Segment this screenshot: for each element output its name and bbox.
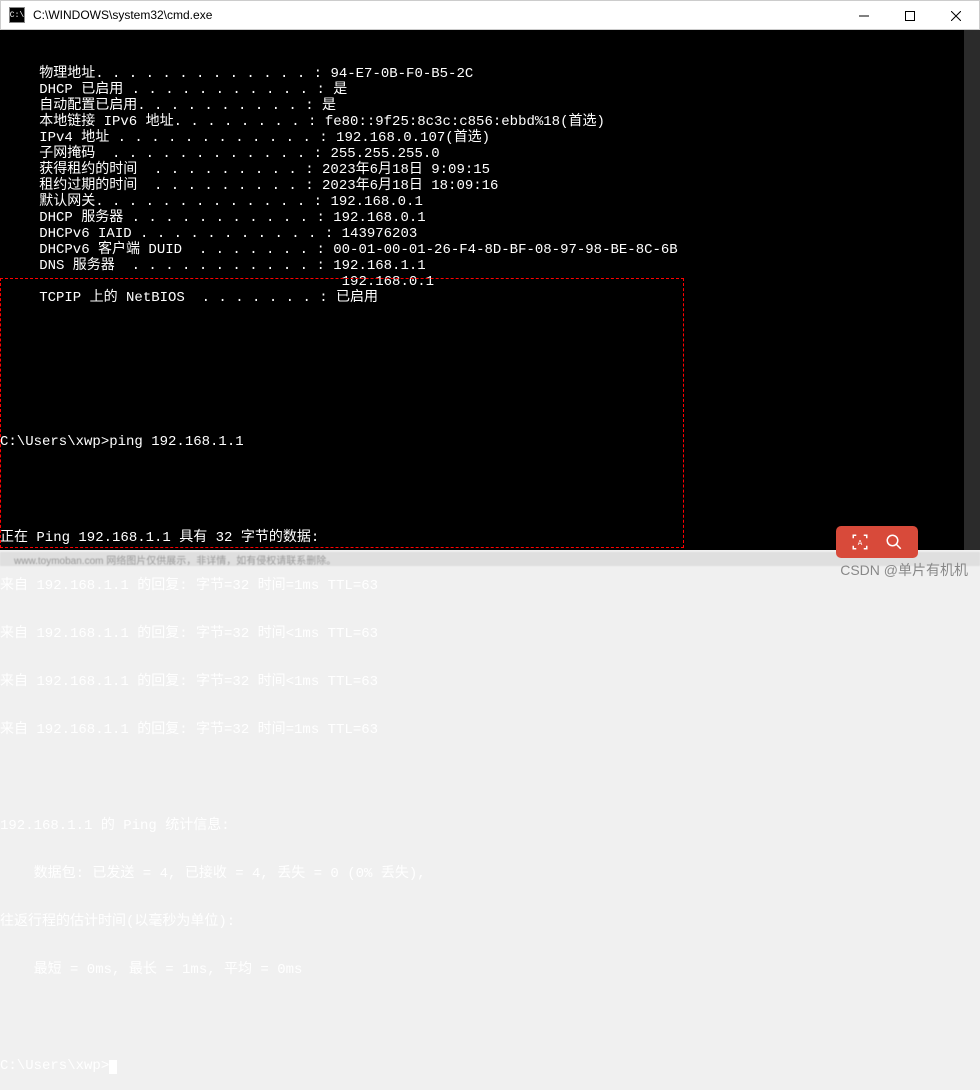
scan-icon[interactable]: A	[850, 532, 870, 552]
terminal-output[interactable]: 物理地址. . . . . . . . . . . . . : 94-E7-0B…	[0, 30, 980, 550]
watermark: CSDN @单片有机机	[840, 560, 968, 580]
blank-line	[0, 770, 980, 786]
scrollbar[interactable]	[964, 30, 980, 550]
ping-header: 正在 Ping 192.168.1.1 具有 32 字节的数据:	[0, 530, 980, 546]
ipconfig-line: 获得租约的时间 . . . . . . . . . : 2023年6月18日 9…	[0, 162, 980, 178]
maximize-button[interactable]	[887, 1, 933, 31]
floating-toolbar[interactable]: A	[836, 526, 918, 558]
cmd-icon: C:\	[9, 7, 25, 23]
ipconfig-line: 子网掩码 . . . . . . . . . . . . : 255.255.2…	[0, 146, 980, 162]
ipconfig-line: 物理地址. . . . . . . . . . . . . : 94-E7-0B…	[0, 66, 980, 82]
ping-reply: 来自 192.168.1.1 的回复: 字节=32 时间=1ms TTL=63	[0, 722, 980, 738]
prompt-line: C:\Users\xwp>ping 192.168.1.1	[0, 434, 980, 450]
final-prompt: C:\Users\xwp>	[0, 1058, 980, 1074]
blank-line	[0, 1010, 980, 1026]
ipconfig-line: DHCP 服务器 . . . . . . . . . . . : 192.168…	[0, 210, 980, 226]
ping-rtt-values: 最短 = 0ms, 最长 = 1ms, 平均 = 0ms	[0, 962, 980, 978]
cursor	[109, 1060, 117, 1074]
svg-text:A: A	[858, 540, 863, 548]
close-button[interactable]	[933, 1, 979, 31]
ping-rtt-header: 往返行程的估计时间(以毫秒为单位):	[0, 914, 980, 930]
ipconfig-line: 192.168.0.1	[0, 274, 980, 290]
ipconfig-line: DHCP 已启用 . . . . . . . . . . . : 是	[0, 82, 980, 98]
ipconfig-line: 租约过期的时间 . . . . . . . . . : 2023年6月18日 1…	[0, 178, 980, 194]
ping-stats-packets: 数据包: 已发送 = 4, 已接收 = 4, 丢失 = 0 (0% 丢失),	[0, 866, 980, 882]
ipconfig-line: TCPIP 上的 NetBIOS . . . . . . . : 已启用	[0, 290, 980, 306]
ipconfig-line: DHCPv6 IAID . . . . . . . . . . . : 1439…	[0, 226, 980, 242]
ping-reply: 来自 192.168.1.1 的回复: 字节=32 时间<1ms TTL=63	[0, 674, 980, 690]
ping-stats-header: 192.168.1.1 的 Ping 统计信息:	[0, 818, 980, 834]
ipconfig-line: DNS 服务器 . . . . . . . . . . . : 192.168.…	[0, 258, 980, 274]
highlight-box	[0, 278, 684, 548]
ipconfig-line: IPv4 地址 . . . . . . . . . . . . : 192.16…	[0, 130, 980, 146]
blank-line	[0, 386, 980, 402]
search-icon[interactable]	[884, 532, 904, 552]
ipconfig-line: 自动配置已启用. . . . . . . . . . : 是	[0, 98, 980, 114]
title-bar: C:\ C:\WINDOWS\system32\cmd.exe	[0, 0, 980, 30]
ipconfig-line: 本地链接 IPv6 地址. . . . . . . . : fe80::9f25…	[0, 114, 980, 130]
ping-reply: 来自 192.168.1.1 的回复: 字节=32 时间<1ms TTL=63	[0, 626, 980, 642]
ipconfig-line: DHCPv6 客户端 DUID . . . . . . . : 00-01-00…	[0, 242, 980, 258]
blank-line	[0, 482, 980, 498]
window-controls	[841, 1, 979, 31]
ipconfig-line: 默认网关. . . . . . . . . . . . . : 192.168.…	[0, 194, 980, 210]
window-title: C:\WINDOWS\system32\cmd.exe	[33, 8, 212, 22]
minimize-button[interactable]	[841, 1, 887, 31]
ping-reply: 来自 192.168.1.1 的回复: 字节=32 时间=1ms TTL=63	[0, 578, 980, 594]
footer-attribution: www.toymoban.com 网络图片仅供展示，非详情，如有侵权请联系删除。	[0, 552, 980, 566]
